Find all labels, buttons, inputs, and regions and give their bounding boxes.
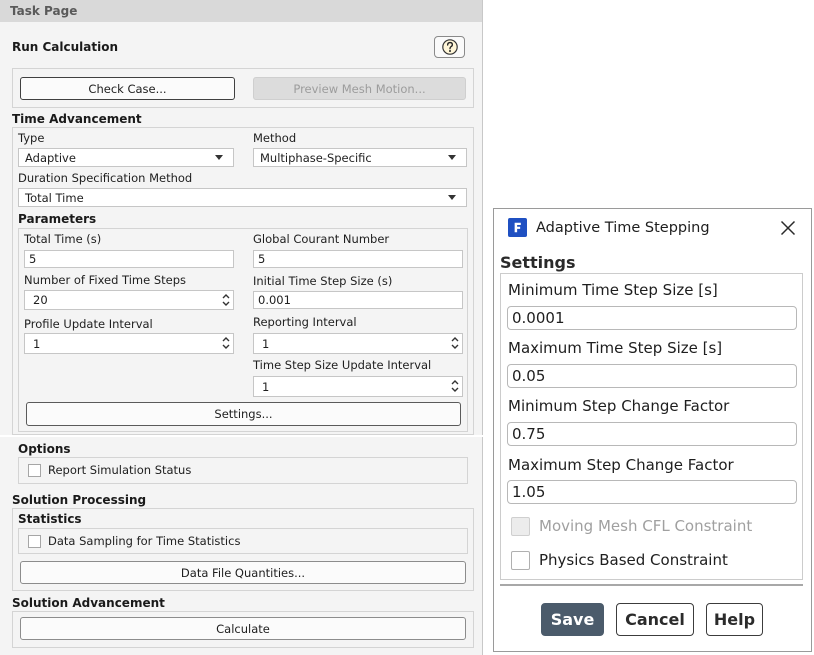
reporting-interval-label: Reporting Interval xyxy=(253,315,357,329)
step-size-update-interval-label: Time Step Size Update Interval xyxy=(253,358,432,372)
preview-mesh-motion-button[interactable]: Preview Mesh Motion... xyxy=(253,77,466,100)
fixed-time-steps-label: Number of Fixed Time Steps xyxy=(24,273,187,287)
min-time-step-size-input[interactable] xyxy=(507,306,797,330)
duration-method-dropdown-value: Total Time xyxy=(25,191,84,205)
check-case-button[interactable]: Check Case... xyxy=(20,77,235,100)
options-heading: Options xyxy=(18,442,71,456)
fixed-time-steps-input[interactable] xyxy=(24,290,234,310)
moving-mesh-cfl-checkbox[interactable] xyxy=(511,517,530,536)
spinner-arrows-icon[interactable] xyxy=(450,378,460,394)
calculate-button[interactable]: Calculate xyxy=(20,617,466,640)
min-step-change-factor-input[interactable] xyxy=(507,422,797,446)
max-time-step-size-input[interactable] xyxy=(507,364,797,388)
help-button-dialog[interactable]: Help xyxy=(706,603,763,636)
method-dropdown[interactable]: Multiphase-Specific xyxy=(253,148,467,167)
fixed-time-steps-spinner[interactable] xyxy=(24,290,234,310)
data-sampling-checkbox[interactable] xyxy=(28,535,41,548)
settings-button[interactable]: Settings... xyxy=(26,402,461,426)
spinner-arrows-icon[interactable] xyxy=(221,292,231,308)
close-icon[interactable] xyxy=(780,220,796,236)
global-courant-label: Global Courant Number xyxy=(253,232,390,246)
chevron-down-icon xyxy=(448,195,456,200)
initial-step-size-label: Initial Time Step Size (s) xyxy=(253,274,393,288)
time-advancement-heading: Time Advancement xyxy=(12,112,142,126)
dialog-title: Adaptive Time Stepping xyxy=(536,220,710,236)
moving-mesh-cfl-label: Moving Mesh CFL Constraint xyxy=(539,517,753,535)
min-step-change-factor-label: Minimum Step Change Factor xyxy=(508,397,730,415)
statistics-heading: Statistics xyxy=(18,512,82,526)
help-icon xyxy=(441,39,458,55)
min-time-step-size-label: Minimum Time Step Size [s] xyxy=(508,281,718,299)
reporting-interval-spinner[interactable] xyxy=(253,333,463,354)
profile-update-interval-spinner[interactable] xyxy=(24,333,234,354)
page-title: Run Calculation xyxy=(12,40,119,54)
stitch-divider xyxy=(0,435,483,437)
spinner-arrows-icon[interactable] xyxy=(221,335,231,351)
fluent-app-icon xyxy=(508,218,527,237)
profile-update-interval-input[interactable] xyxy=(24,333,234,354)
global-courant-field-wrap xyxy=(253,250,463,268)
save-button[interactable]: Save xyxy=(541,603,604,636)
data-file-quantities-button[interactable]: Data File Quantities... xyxy=(20,561,466,584)
total-time-field-wrap xyxy=(24,250,234,268)
spinner-arrows-icon[interactable] xyxy=(450,335,460,351)
step-size-update-interval-input[interactable] xyxy=(253,376,463,397)
max-time-step-size-label: Maximum Time Step Size [s] xyxy=(508,339,723,357)
cancel-button[interactable]: Cancel xyxy=(616,603,694,636)
max-step-change-factor-input[interactable] xyxy=(507,480,797,504)
data-sampling-label[interactable]: Data Sampling for Time Statistics xyxy=(48,534,240,548)
step-size-update-interval-spinner[interactable] xyxy=(253,376,463,397)
initial-step-size-field-wrap xyxy=(253,291,463,309)
method-label: Method xyxy=(253,131,297,145)
task-page-header: Task Page xyxy=(0,0,482,22)
total-time-label: Total Time (s) xyxy=(24,232,102,246)
initial-step-size-input[interactable] xyxy=(253,291,463,309)
duration-method-label: Duration Specification Method xyxy=(18,171,193,185)
help-button[interactable] xyxy=(434,36,465,58)
physics-based-constraint-label[interactable]: Physics Based Constraint xyxy=(539,551,728,569)
chevron-down-icon xyxy=(448,155,456,160)
chevron-down-icon xyxy=(215,155,223,160)
duration-method-dropdown[interactable]: Total Time xyxy=(18,188,467,207)
total-time-input[interactable] xyxy=(24,250,234,268)
solution-processing-heading: Solution Processing xyxy=(12,493,147,507)
profile-update-interval-label: Profile Update Interval xyxy=(24,317,153,331)
parameters-heading: Parameters xyxy=(18,212,97,226)
task-page-panel: Task Page Run Calculation Check Case... … xyxy=(0,0,483,655)
physics-based-constraint-checkbox[interactable] xyxy=(511,551,530,570)
type-dropdown-value: Adaptive xyxy=(25,151,76,165)
dialog-settings-heading: Settings xyxy=(500,253,576,272)
global-courant-input[interactable] xyxy=(253,250,463,268)
type-label: Type xyxy=(18,131,45,145)
solution-advancement-heading: Solution Advancement xyxy=(12,596,165,610)
type-dropdown[interactable]: Adaptive xyxy=(18,148,234,167)
task-page-header-title: Task Page xyxy=(10,4,78,18)
report-simulation-status-checkbox[interactable] xyxy=(28,464,41,477)
dialog-button-separator xyxy=(500,584,803,586)
max-step-change-factor-label: Maximum Step Change Factor xyxy=(508,456,734,474)
report-simulation-status-label[interactable]: Report Simulation Status xyxy=(48,463,191,477)
reporting-interval-input[interactable] xyxy=(253,333,463,354)
method-dropdown-value: Multiphase-Specific xyxy=(260,151,372,165)
